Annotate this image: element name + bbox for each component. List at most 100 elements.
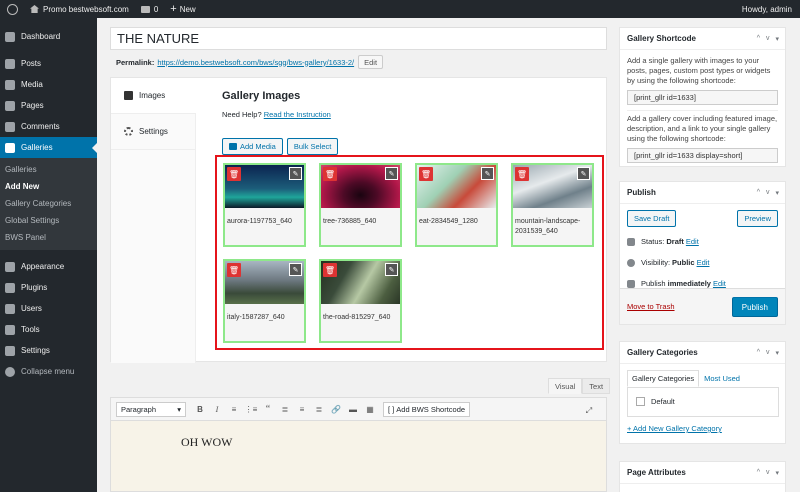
- sidebar-item-appearance[interactable]: Appearance: [0, 256, 97, 277]
- gallery-thumbnail[interactable]: 🗑 ✎ mountain-landscape-2031539_640: [511, 163, 594, 247]
- bullet-list-icon[interactable]: ≡: [226, 401, 242, 417]
- move-up-icon[interactable]: ^: [757, 189, 760, 197]
- trash-icon[interactable]: 🗑: [227, 167, 241, 181]
- move-up-icon[interactable]: ^: [757, 469, 760, 477]
- sidebar-item-settings[interactable]: Settings: [0, 340, 97, 361]
- move-up-icon[interactable]: ^: [757, 35, 760, 43]
- toggle-panel-icon[interactable]: ▾: [775, 349, 779, 357]
- editor-content-area[interactable]: OH WOW: [110, 421, 607, 492]
- submenu-global-settings[interactable]: Global Settings: [0, 212, 97, 229]
- post-title-input[interactable]: THE NATURE: [110, 27, 607, 50]
- trash-icon[interactable]: 🗑: [227, 263, 241, 277]
- new-content-link[interactable]: + New: [164, 0, 201, 18]
- save-draft-button[interactable]: Save Draft: [627, 210, 677, 227]
- move-down-icon[interactable]: v: [766, 469, 770, 477]
- tab-images[interactable]: Images: [111, 78, 196, 114]
- toggle-panel-icon[interactable]: ▾: [775, 189, 779, 197]
- align-center-icon[interactable]: ≡: [294, 401, 310, 417]
- shortcode-cover-field[interactable]: [print_gllr id=1633 display=short]: [627, 148, 778, 163]
- move-to-trash-link[interactable]: Move to Trash: [627, 302, 675, 311]
- numbered-list-icon[interactable]: ⋮≡: [243, 401, 259, 417]
- trash-icon[interactable]: 🗑: [419, 167, 433, 181]
- status-label: Status:: [641, 237, 665, 246]
- link-icon[interactable]: 🔗: [328, 401, 344, 417]
- submenu-gallery-categories[interactable]: Gallery Categories: [0, 195, 97, 212]
- sidebar-item-pages[interactable]: Pages: [0, 95, 97, 116]
- align-left-icon[interactable]: ≣: [277, 401, 293, 417]
- account-menu[interactable]: Howdy, admin: [736, 0, 800, 18]
- trash-icon[interactable]: 🗑: [323, 263, 337, 277]
- sidebar-item-comments[interactable]: Comments: [0, 116, 97, 137]
- gallery-thumbnail[interactable]: 🗑 ✎ aurora-1197753_640: [223, 163, 306, 247]
- blockquote-icon[interactable]: “: [260, 401, 276, 417]
- sidebar-item-galleries[interactable]: Galleries: [0, 137, 97, 158]
- add-media-button[interactable]: Add Media: [222, 138, 283, 155]
- preview-button[interactable]: Preview: [737, 210, 778, 227]
- publish-button[interactable]: Publish: [731, 297, 778, 317]
- wordpress-logo-icon[interactable]: [0, 0, 24, 18]
- tab-visual[interactable]: Visual: [548, 378, 583, 394]
- trash-icon[interactable]: 🗑: [515, 167, 529, 181]
- toolbar-toggle-icon[interactable]: ▦: [362, 401, 378, 417]
- category-default-checkbox[interactable]: Default: [636, 397, 675, 406]
- instruction-link[interactable]: Read the Instruction: [264, 110, 331, 119]
- gallery-thumbnail[interactable]: 🗑 ✎ tree-736885_640: [319, 163, 402, 247]
- pencil-icon[interactable]: ✎: [289, 167, 302, 180]
- read-more-icon[interactable]: ▬: [345, 401, 361, 417]
- comment-icon: [140, 5, 150, 13]
- sidebar-item-posts[interactable]: Posts: [0, 53, 97, 74]
- move-up-icon[interactable]: ^: [757, 349, 760, 357]
- trash-icon[interactable]: 🗑: [323, 167, 337, 181]
- shortcode-field[interactable]: [print_gllr id=1633]: [627, 90, 778, 105]
- bold-icon[interactable]: B: [192, 401, 208, 417]
- gallery-shortcode-box: Gallery Shortcode ^ v ▾ Add a single galle…: [619, 27, 786, 167]
- sidebar-item-tools[interactable]: Tools: [0, 319, 97, 340]
- box-header: Gallery Shortcode ^ v ▾: [620, 28, 785, 50]
- permalink-url-link[interactable]: https://demo.bestwebsoft.com/bws/sgg/bws…: [157, 58, 354, 67]
- sidebar-item-users[interactable]: Users: [0, 298, 97, 319]
- pencil-icon[interactable]: ✎: [385, 167, 398, 180]
- checkbox[interactable]: [636, 397, 645, 406]
- pencil-icon[interactable]: ✎: [289, 263, 302, 276]
- add-bws-shortcode-button[interactable]: [ ] Add BWS Shortcode: [383, 401, 471, 417]
- toggle-panel-icon[interactable]: ▾: [775, 469, 779, 477]
- submenu-add-new[interactable]: Add New: [0, 178, 97, 195]
- tab-text[interactable]: Text: [582, 378, 611, 394]
- sidebar-item-dashboard[interactable]: Dashboard: [0, 26, 97, 47]
- add-new-category-link[interactable]: + Add New Gallery Category: [627, 424, 722, 433]
- submenu-galleries[interactable]: Galleries: [0, 161, 97, 178]
- pencil-icon[interactable]: ✎: [577, 167, 590, 180]
- publish-time-edit-link[interactable]: Edit: [713, 279, 726, 288]
- fullscreen-icon[interactable]: ⤢: [581, 403, 597, 419]
- collapse-menu-button[interactable]: Collapse menu: [0, 361, 97, 382]
- comments-link[interactable]: 0: [135, 0, 164, 18]
- sidebar-item-label: Plugins: [21, 283, 48, 292]
- status-edit-link[interactable]: Edit: [686, 237, 699, 246]
- gallery-thumbnail[interactable]: 🗑 ✎ italy-1587287_640: [223, 259, 306, 343]
- tab-settings[interactable]: Settings: [111, 114, 195, 150]
- align-right-icon[interactable]: ≣: [311, 401, 327, 417]
- pencil-icon[interactable]: ✎: [385, 263, 398, 276]
- sidebar-item-label: Tools: [21, 325, 40, 334]
- site-name-link[interactable]: Promo bestwebsoft.com: [24, 0, 135, 18]
- tab-most-used[interactable]: Most Used: [699, 370, 745, 387]
- submenu-bws-panel[interactable]: BWS Panel: [0, 229, 97, 246]
- publish-actions: Move to Trash Publish: [620, 288, 785, 324]
- toggle-panel-icon[interactable]: ▾: [775, 35, 779, 43]
- pencil-icon[interactable]: ✎: [481, 167, 494, 180]
- visibility-edit-link[interactable]: Edit: [697, 258, 710, 267]
- permalink-edit-button[interactable]: Edit: [358, 55, 384, 69]
- image-icon: [124, 91, 133, 100]
- gallery-thumbnail[interactable]: 🗑 ✎ the-road-815297_640: [319, 259, 402, 343]
- format-select[interactable]: Paragraph ▾: [116, 401, 186, 417]
- sidebar-item-media[interactable]: Media: [0, 74, 97, 95]
- bulk-select-button[interactable]: Bulk Select: [286, 138, 339, 155]
- tab-all-categories[interactable]: Gallery Categories: [627, 370, 700, 387]
- move-down-icon[interactable]: v: [766, 35, 770, 43]
- move-down-icon[interactable]: v: [766, 349, 770, 357]
- move-down-icon[interactable]: v: [766, 189, 770, 197]
- sidebar-item-plugins[interactable]: Plugins: [0, 277, 97, 298]
- italic-icon[interactable]: I: [209, 401, 225, 417]
- eye-icon: [627, 258, 635, 267]
- gallery-thumbnail[interactable]: 🗑 ✎ eat-2834549_1280: [415, 163, 498, 247]
